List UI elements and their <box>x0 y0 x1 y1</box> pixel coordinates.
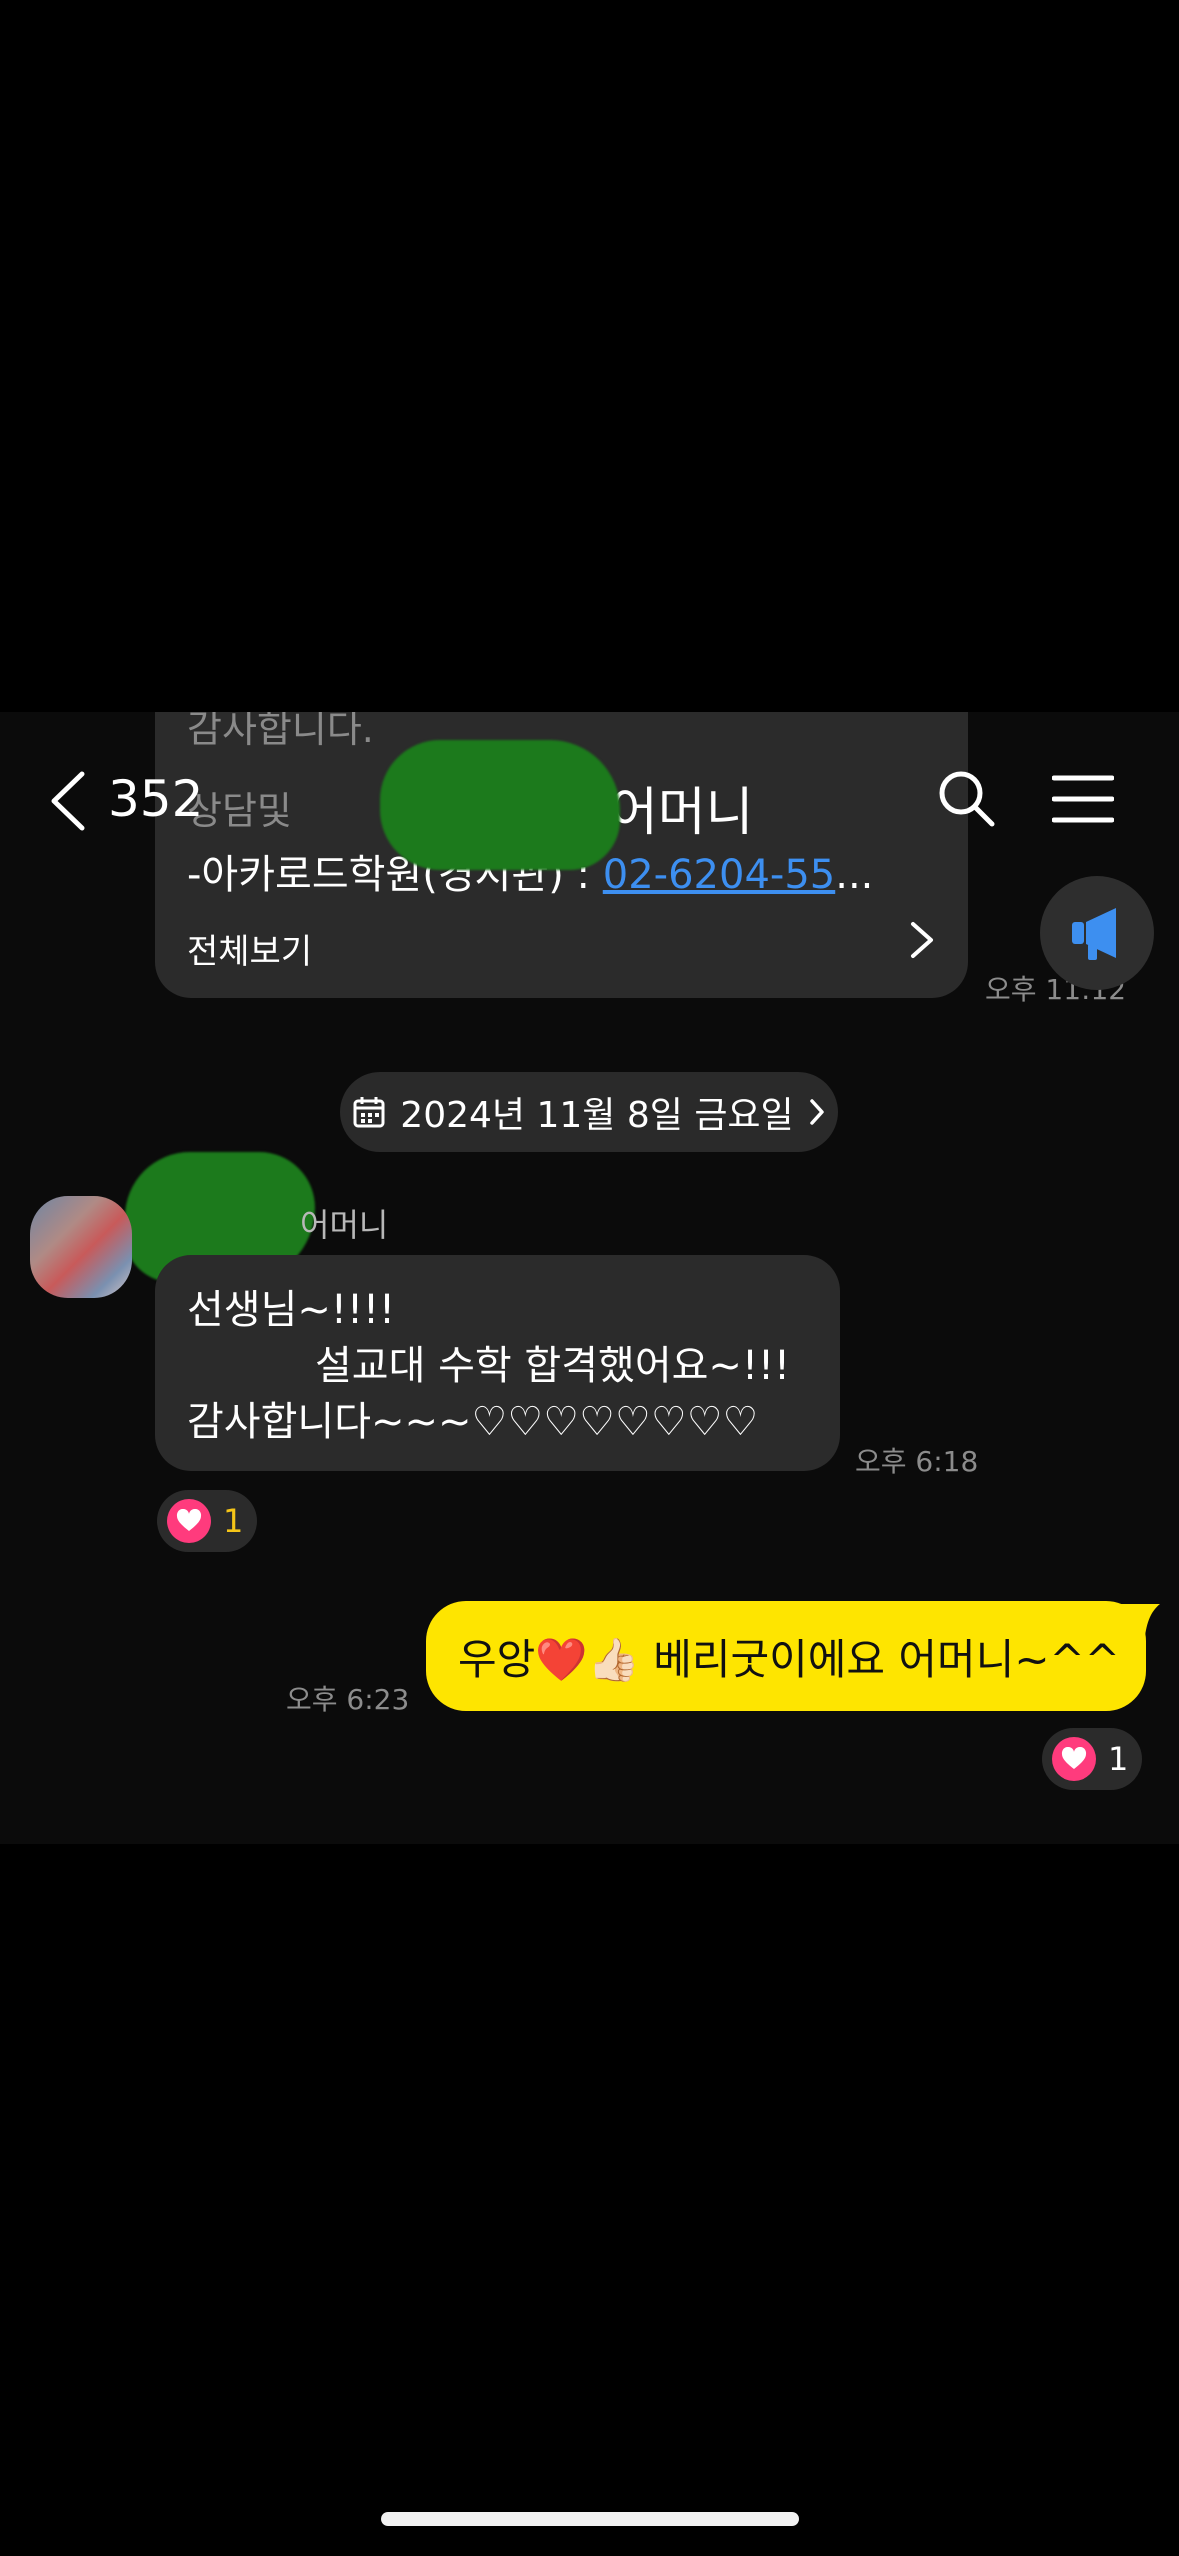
outgoing-reaction[interactable]: 1 <box>1042 1728 1143 1790</box>
card-ellipsis: ... <box>835 852 874 898</box>
reaction-count: 1 <box>1108 1740 1129 1778</box>
notice-button[interactable] <box>1040 876 1154 990</box>
home-indicator[interactable] <box>381 2512 799 2526</box>
heart-icon <box>1052 1737 1096 1781</box>
reaction-count: 1 <box>223 1502 244 1540</box>
calendar-icon <box>353 1097 385 1128</box>
chat-area: 감사합니다. 상담및 -아카로드학원(경시관) : 02-6204-55... … <box>0 712 1179 1844</box>
view-all-label[interactable]: 전체보기 <box>187 924 312 973</box>
date-label: 2024년 11월 8일 금요일 <box>400 1095 794 1136</box>
message-line: 선생님~!!!! <box>187 1287 396 1333</box>
heart-icon <box>167 1499 211 1543</box>
unread-count[interactable]: 352 <box>108 770 203 828</box>
message-line: 설교대 수학 합격했어요~!!! <box>315 1343 791 1389</box>
phone-link[interactable]: 02-6204-55 <box>603 852 835 898</box>
faded-card-text: 감사합니다. <box>187 712 374 751</box>
incoming-time: 오후 6:18 <box>855 1445 979 1478</box>
sender-name: 어머니 <box>300 1206 389 1244</box>
avatar[interactable] <box>30 1196 132 1298</box>
search-icon[interactable] <box>936 768 996 828</box>
date-divider[interactable]: 2024년 11월 8일 금요일 <box>340 1072 838 1152</box>
message-line: 감사합니다~~~♡♡♡♡♡♡♡♡ <box>187 1399 759 1445</box>
outgoing-time: 오후 6:23 <box>286 1683 410 1716</box>
outgoing-message-bubble[interactable]: 우앙❤️👍🏻 베리굿이에요 어머니~^^ <box>426 1601 1146 1711</box>
chat-title: 어머니 <box>610 783 754 843</box>
chevron-right-icon[interactable] <box>905 920 939 960</box>
chevron-right-icon <box>809 1099 824 1125</box>
redaction-scribble <box>380 740 620 870</box>
menu-icon[interactable] <box>1052 774 1114 824</box>
megaphone-icon <box>1072 908 1116 960</box>
back-arrow-icon[interactable] <box>48 770 88 832</box>
incoming-message-bubble[interactable]: 선생님~!!!! 설교대 수학 합격했어요~!!! 감사합니다~~~♡♡♡♡♡♡… <box>155 1255 840 1471</box>
incoming-reaction[interactable]: 1 <box>157 1490 258 1552</box>
